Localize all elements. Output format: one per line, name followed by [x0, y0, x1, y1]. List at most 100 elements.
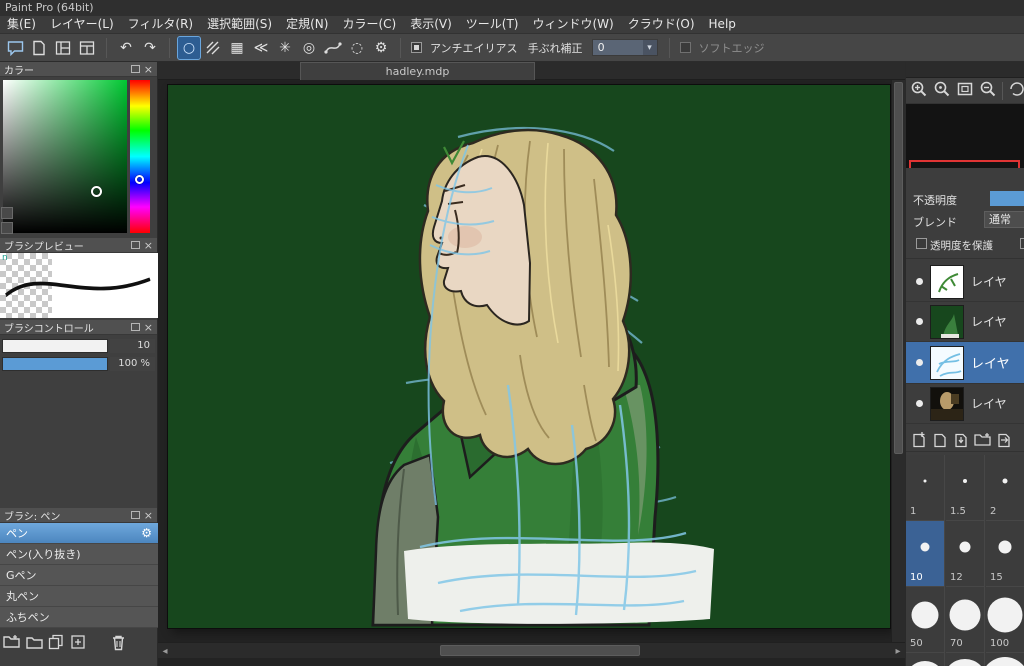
soft-edge-checkbox[interactable]: [679, 42, 691, 53]
brush-item-round-pen[interactable]: 丸ペン: [0, 586, 158, 607]
brush-item-pen[interactable]: ペン ⚙: [0, 523, 158, 544]
canvas[interactable]: [168, 85, 890, 628]
layer-visibility-icon[interactable]: [916, 359, 923, 366]
brush-item-pen-taper[interactable]: ペン(入り抜き): [0, 544, 158, 565]
brush-size-cell[interactable]: 100: [986, 587, 1024, 653]
layer-row-selected[interactable]: レイヤ: [906, 342, 1024, 384]
comment-tool-icon[interactable]: [4, 37, 26, 59]
clipping-checkbox[interactable]: [1020, 238, 1024, 249]
brush-item-gpen[interactable]: Gペン: [0, 565, 158, 586]
brush-size-cell[interactable]: [981, 653, 1024, 666]
brush-size-cell[interactable]: 50: [906, 587, 945, 653]
brush-size-cell[interactable]: 15: [986, 521, 1024, 587]
brush-size-cell[interactable]: [943, 653, 987, 666]
fit-window-icon[interactable]: [956, 80, 974, 101]
menu-item-filter[interactable]: フィルタ(R): [121, 16, 200, 33]
brush-settings-gear-icon[interactable]: ⚙: [141, 526, 152, 540]
vertical-scroll-thumb[interactable]: [894, 82, 903, 454]
panel-grid-icon[interactable]: [76, 37, 98, 59]
scroll-left-arrow-icon[interactable]: ◂: [158, 643, 172, 659]
zoom-out-icon[interactable]: [979, 80, 997, 101]
zoom-in-icon[interactable]: [910, 80, 928, 101]
layer-visibility-icon[interactable]: [916, 400, 923, 407]
snap-off-tool-icon[interactable]: ○: [177, 35, 201, 60]
document-tab[interactable]: hadley.mdp: [300, 62, 535, 80]
stabilizer-dropdown[interactable]: 0 ▾: [591, 39, 658, 56]
panel-close-icon[interactable]: ×: [144, 322, 153, 333]
layer-row[interactable]: レイヤ: [906, 302, 1024, 342]
vanishing-point-snap-icon[interactable]: ≪: [250, 37, 272, 59]
brush-opacity-value[interactable]: 100 %: [110, 357, 155, 371]
brush-size-cell[interactable]: 12: [946, 521, 985, 587]
parallel-snap-icon[interactable]: [202, 37, 224, 59]
transfer-layer-icon[interactable]: [996, 431, 1012, 451]
brush-size-value[interactable]: 10: [110, 339, 155, 353]
navigator-viewport-rect[interactable]: [909, 160, 1020, 168]
menu-item-tool[interactable]: ツール(T): [459, 16, 526, 33]
merge-layer-icon[interactable]: [953, 431, 969, 451]
panel-float-icon[interactable]: [130, 65, 140, 73]
panel-close-icon[interactable]: ×: [144, 64, 153, 75]
navigator-preview[interactable]: [906, 104, 1024, 168]
layer-row[interactable]: レイヤ: [906, 384, 1024, 424]
duplicate-brush-icon[interactable]: [46, 632, 66, 652]
radial-snap-icon[interactable]: ✳: [274, 37, 296, 59]
layer-folder-icon[interactable]: [974, 432, 991, 450]
layer-row[interactable]: レイヤ: [906, 262, 1024, 302]
brush-size-cell[interactable]: [906, 653, 945, 666]
brush-size-slider[interactable]: [2, 339, 108, 353]
antialias-checkbox[interactable]: [411, 42, 422, 53]
menu-item-layer[interactable]: レイヤー(L): [43, 16, 121, 33]
blend-mode-dropdown[interactable]: 通常: [984, 211, 1024, 228]
panel-float-icon[interactable]: [130, 511, 140, 519]
rotate-view-icon[interactable]: [1008, 80, 1024, 101]
zoom-actual-icon[interactable]: [933, 80, 951, 101]
snap-settings-gear-icon[interactable]: ⚙: [370, 37, 392, 59]
brush-size-cell[interactable]: 70: [946, 587, 985, 653]
hue-strip[interactable]: [130, 80, 150, 233]
delete-brush-trash-icon[interactable]: [108, 632, 128, 652]
redo-button[interactable]: ↷: [139, 37, 161, 59]
layer-visibility-icon[interactable]: [916, 278, 923, 285]
panel-close-icon[interactable]: ×: [144, 510, 153, 521]
color-mode-icon[interactable]: [1, 207, 13, 219]
menu-item-edit[interactable]: 集(E): [0, 16, 43, 33]
menu-item-window[interactable]: ウィンドウ(W): [525, 16, 620, 33]
saturation-value-square[interactable]: [3, 80, 127, 233]
brush-folder-icon[interactable]: [24, 632, 44, 652]
hue-picker-ring[interactable]: [135, 175, 144, 184]
panel-close-icon[interactable]: ×: [144, 240, 153, 251]
brush-size-cell[interactable]: 2: [986, 455, 1024, 521]
horizontal-scroll-thumb[interactable]: [440, 645, 640, 656]
layer-opacity-slider[interactable]: [990, 191, 1024, 206]
layer-thumbnail[interactable]: [930, 264, 964, 299]
brush-size-cell[interactable]: 1: [906, 455, 945, 521]
canvas-horizontal-scrollbar[interactable]: ◂ ▸: [158, 642, 905, 658]
duplicate-layer-icon[interactable]: [932, 431, 948, 451]
layer-visibility-icon[interactable]: [916, 318, 923, 325]
menu-item-color[interactable]: カラー(C): [335, 16, 403, 33]
grid-snap-icon[interactable]: ▦: [226, 37, 248, 59]
color-swatch-icon[interactable]: [1, 222, 13, 234]
menu-item-select[interactable]: 選択範囲(S): [200, 16, 279, 33]
undo-button[interactable]: ↶: [115, 37, 137, 59]
add-brush-folder-icon[interactable]: [2, 632, 22, 652]
scroll-right-arrow-icon[interactable]: ▸: [891, 643, 905, 659]
brush-size-cell-selected[interactable]: 10: [906, 521, 945, 587]
brush-size-cell[interactable]: 1.5: [946, 455, 985, 521]
panel-float-icon[interactable]: [130, 323, 140, 331]
menu-item-ruler[interactable]: 定規(N): [279, 16, 335, 33]
color-picker-ring[interactable]: [91, 186, 102, 197]
concentric-snap-icon[interactable]: ◎: [298, 37, 320, 59]
layout-columns-icon[interactable]: [52, 37, 74, 59]
layer-thumbnail[interactable]: [930, 304, 964, 339]
ellipse-snap-icon[interactable]: ◌: [346, 37, 368, 59]
menu-item-help[interactable]: Help: [702, 16, 743, 33]
new-page-icon[interactable]: [28, 37, 50, 59]
canvas-vertical-scrollbar[interactable]: [891, 80, 905, 642]
menu-item-cloud[interactable]: クラウド(O): [621, 16, 702, 33]
brush-opacity-slider[interactable]: [2, 357, 108, 371]
layer-thumbnail[interactable]: [930, 345, 964, 380]
panel-float-icon[interactable]: [130, 241, 140, 249]
copy-brush-icon[interactable]: [68, 632, 88, 652]
